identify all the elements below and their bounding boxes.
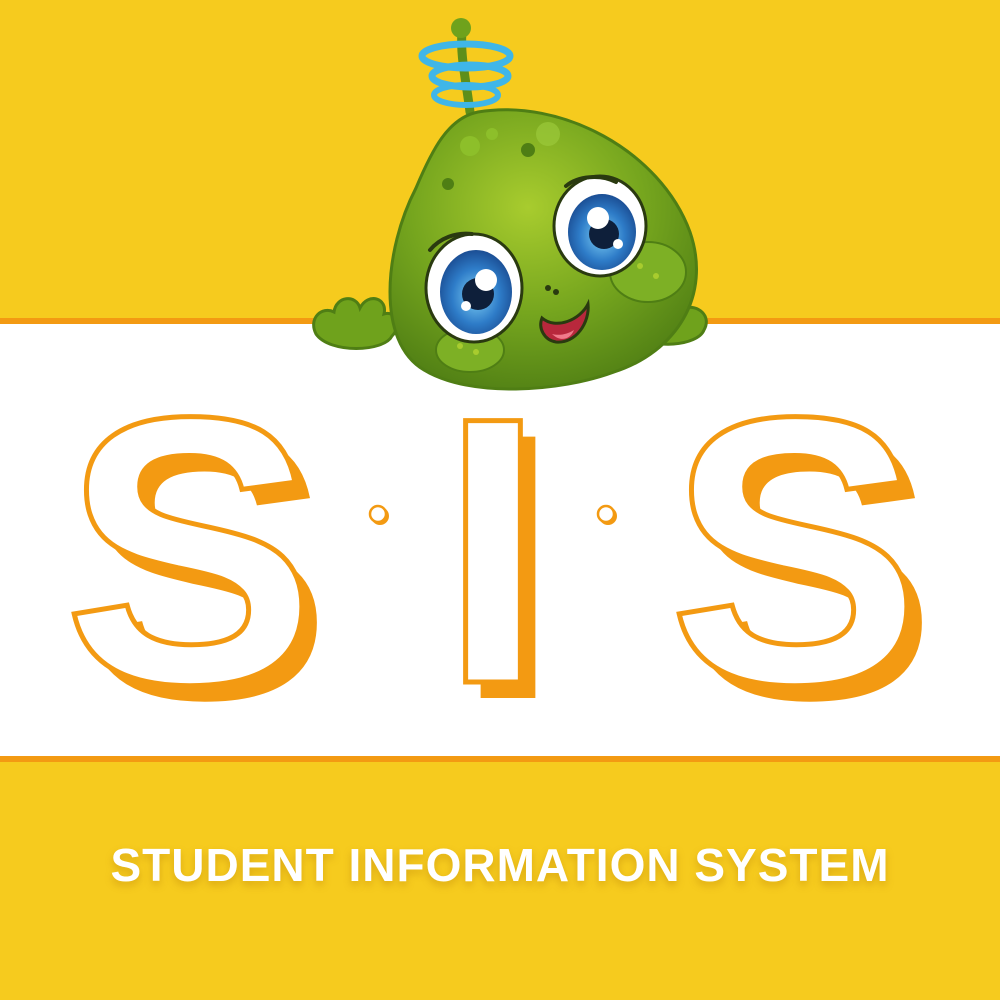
letter-s-right-face: S — [668, 338, 921, 763]
letter-i-middle: I I — [438, 336, 561, 780]
letter-i-face: I — [440, 338, 546, 763]
logo-canvas: S S I I S S STUDENT INFORMATION SYSTEM — [0, 0, 1000, 1000]
letter-s-left: S S — [61, 336, 332, 780]
separator-dot-left — [368, 504, 389, 525]
green-alien-mascot-icon — [312, 18, 708, 391]
separator-dot-right — [596, 504, 617, 525]
mascot-right-eye — [552, 174, 648, 278]
letter-s-right: S S — [666, 336, 937, 780]
tagline: STUDENT INFORMATION SYSTEM — [110, 839, 890, 891]
letter-s-left-face: S — [63, 338, 316, 763]
mascot-left-eye — [424, 231, 524, 344]
